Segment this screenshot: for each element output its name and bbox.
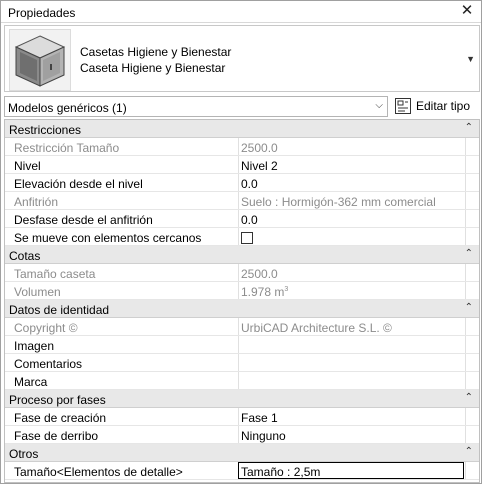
chevron-up-icon[interactable]: ⌃ xyxy=(465,446,473,457)
se-mueve-checkbox[interactable] xyxy=(241,232,253,244)
row-tail xyxy=(465,228,479,245)
property-label: Volumen xyxy=(14,285,61,299)
property-label: Restricción Tamaño xyxy=(14,141,120,155)
property-value: UrbiCAD Architecture S.L. © xyxy=(238,318,464,335)
edit-type-icon xyxy=(395,98,411,114)
row-tail xyxy=(465,426,479,443)
chevron-down-icon[interactable]: ▼ xyxy=(466,54,475,64)
property-value: Suelo : Hormigón-362 mm comercial xyxy=(238,192,464,209)
property-grid: Restricciones ⌃ Restricción Tamaño 2500.… xyxy=(4,119,480,483)
group-title: Datos de identidad xyxy=(9,303,110,317)
group-title: Restricciones xyxy=(9,123,82,137)
group-identidad[interactable]: Datos de identidad ⌃ xyxy=(5,300,479,318)
volumen-value: 1.978 m3 xyxy=(238,282,464,299)
property-label: Tamaño caseta xyxy=(14,267,96,281)
chevron-down-icon[interactable]: ⌵ xyxy=(375,100,383,111)
property-label: Tamaño<Elementos de detalle> xyxy=(14,465,183,479)
property-label: Comentarios xyxy=(14,357,83,371)
property-row: Nivel Nivel 2 xyxy=(5,156,479,174)
volumen-number: 1.978 m xyxy=(241,285,285,299)
elevacion-value[interactable]: 0.0 xyxy=(238,174,464,191)
property-row: Comentarios xyxy=(5,354,479,372)
row-tail xyxy=(465,318,479,335)
property-value: 2500.0 xyxy=(238,138,464,155)
property-label: Marca xyxy=(14,375,48,389)
fase-creacion-value[interactable]: Fase 1 xyxy=(238,408,464,425)
group-restricciones[interactable]: Restricciones ⌃ xyxy=(5,120,479,138)
se-mueve-cell xyxy=(238,228,464,245)
chevron-up-icon[interactable]: ⌃ xyxy=(465,248,473,259)
row-tail xyxy=(465,408,479,425)
property-row: Volumen 1.978 m3 xyxy=(5,282,479,300)
row-tail xyxy=(465,210,479,227)
type-thumbnail xyxy=(9,29,71,91)
property-row: Elevación desde el nivel 0.0 xyxy=(5,174,479,192)
type-selector[interactable]: Casetas Higiene y Bienestar Caseta Higie… xyxy=(4,25,480,92)
row-tail xyxy=(465,192,479,209)
row-tail xyxy=(465,138,479,155)
group-otros[interactable]: Otros ⌃ xyxy=(5,444,479,462)
property-label: Nivel xyxy=(14,159,41,173)
property-label: Desfase desde el anfitrión xyxy=(14,213,153,227)
property-label: Anfitrión xyxy=(14,195,59,209)
fase-derribo-value[interactable]: Ninguno xyxy=(238,426,464,443)
chevron-up-icon[interactable]: ⌃ xyxy=(465,392,473,403)
nivel-value[interactable]: Nivel 2 xyxy=(238,156,464,173)
category-filter-dropdown[interactable]: Modelos genéricos (1) ⌵ xyxy=(4,96,388,117)
row-tail xyxy=(465,462,479,479)
desfase-value[interactable]: 0.0 xyxy=(238,210,464,227)
row-tail xyxy=(465,264,479,281)
panel-titlebar: Propiedades ✕ xyxy=(1,1,481,23)
row-tail xyxy=(465,156,479,173)
property-row: Copyright © UrbiCAD Architecture S.L. © xyxy=(5,318,479,336)
chevron-up-icon[interactable]: ⌃ xyxy=(465,122,473,133)
property-label: Imagen xyxy=(14,339,55,353)
filter-row: Modelos genéricos (1) ⌵ Editar tipo xyxy=(4,96,480,118)
close-icon[interactable]: ✕ xyxy=(459,3,475,19)
property-row: Tamaño caseta 2500.0 xyxy=(5,264,479,282)
marca-value[interactable] xyxy=(238,372,464,389)
property-label: Fase de creación xyxy=(14,411,107,425)
row-tail xyxy=(465,354,479,371)
volumen-unit-exponent: 3 xyxy=(284,286,289,293)
property-value: 2500.0 xyxy=(238,264,464,281)
property-row: Fase de derribo Ninguno xyxy=(5,426,479,444)
property-row: Imagen xyxy=(5,336,479,354)
group-title: Otros xyxy=(9,447,39,461)
property-row: Desfase desde el anfitrión 0.0 xyxy=(5,210,479,228)
property-label: Fase de derribo xyxy=(14,429,99,443)
category-filter-value: Modelos genéricos (1) xyxy=(8,101,127,115)
comentarios-value[interactable] xyxy=(238,354,464,371)
property-label: Elevación desde el nivel xyxy=(14,177,143,191)
property-row: Tamaño<Elementos de detalle> Tamaño : 2,… xyxy=(5,462,479,480)
properties-panel: Propiedades ✕ Casetas Higiene y Bienesta… xyxy=(0,0,482,484)
property-label: Copyright © xyxy=(14,321,78,335)
imagen-value[interactable] xyxy=(238,336,464,353)
group-title: Proceso por fases xyxy=(9,393,106,407)
type-family-label: Casetas Higiene y Bienestar xyxy=(80,45,232,59)
group-fases[interactable]: Proceso por fases ⌃ xyxy=(5,390,479,408)
row-tail xyxy=(465,372,479,389)
property-label: Se mueve con elementos cercanos xyxy=(14,231,202,245)
property-row: Marca xyxy=(5,372,479,390)
chevron-up-icon[interactable]: ⌃ xyxy=(465,302,473,313)
group-cotas[interactable]: Cotas ⌃ xyxy=(5,246,479,264)
panel-title: Propiedades xyxy=(8,6,76,20)
property-row: Anfitrión Suelo : Hormigón-362 mm comerc… xyxy=(5,192,479,210)
group-title: Cotas xyxy=(9,249,41,263)
edit-type-button[interactable]: Editar tipo xyxy=(394,96,480,117)
property-row: Se mueve con elementos cercanos xyxy=(5,228,479,246)
type-name-label: Caseta Higiene y Bienestar xyxy=(80,61,226,75)
row-tail xyxy=(465,174,479,191)
property-row: Fase de creación Fase 1 xyxy=(5,408,479,426)
row-tail xyxy=(465,336,479,353)
property-row: Restricción Tamaño 2500.0 xyxy=(5,138,479,156)
row-tail xyxy=(465,282,479,299)
tamano-detalle-value[interactable]: Tamaño : 2,5m xyxy=(238,462,464,479)
edit-type-label: Editar tipo xyxy=(416,99,471,113)
